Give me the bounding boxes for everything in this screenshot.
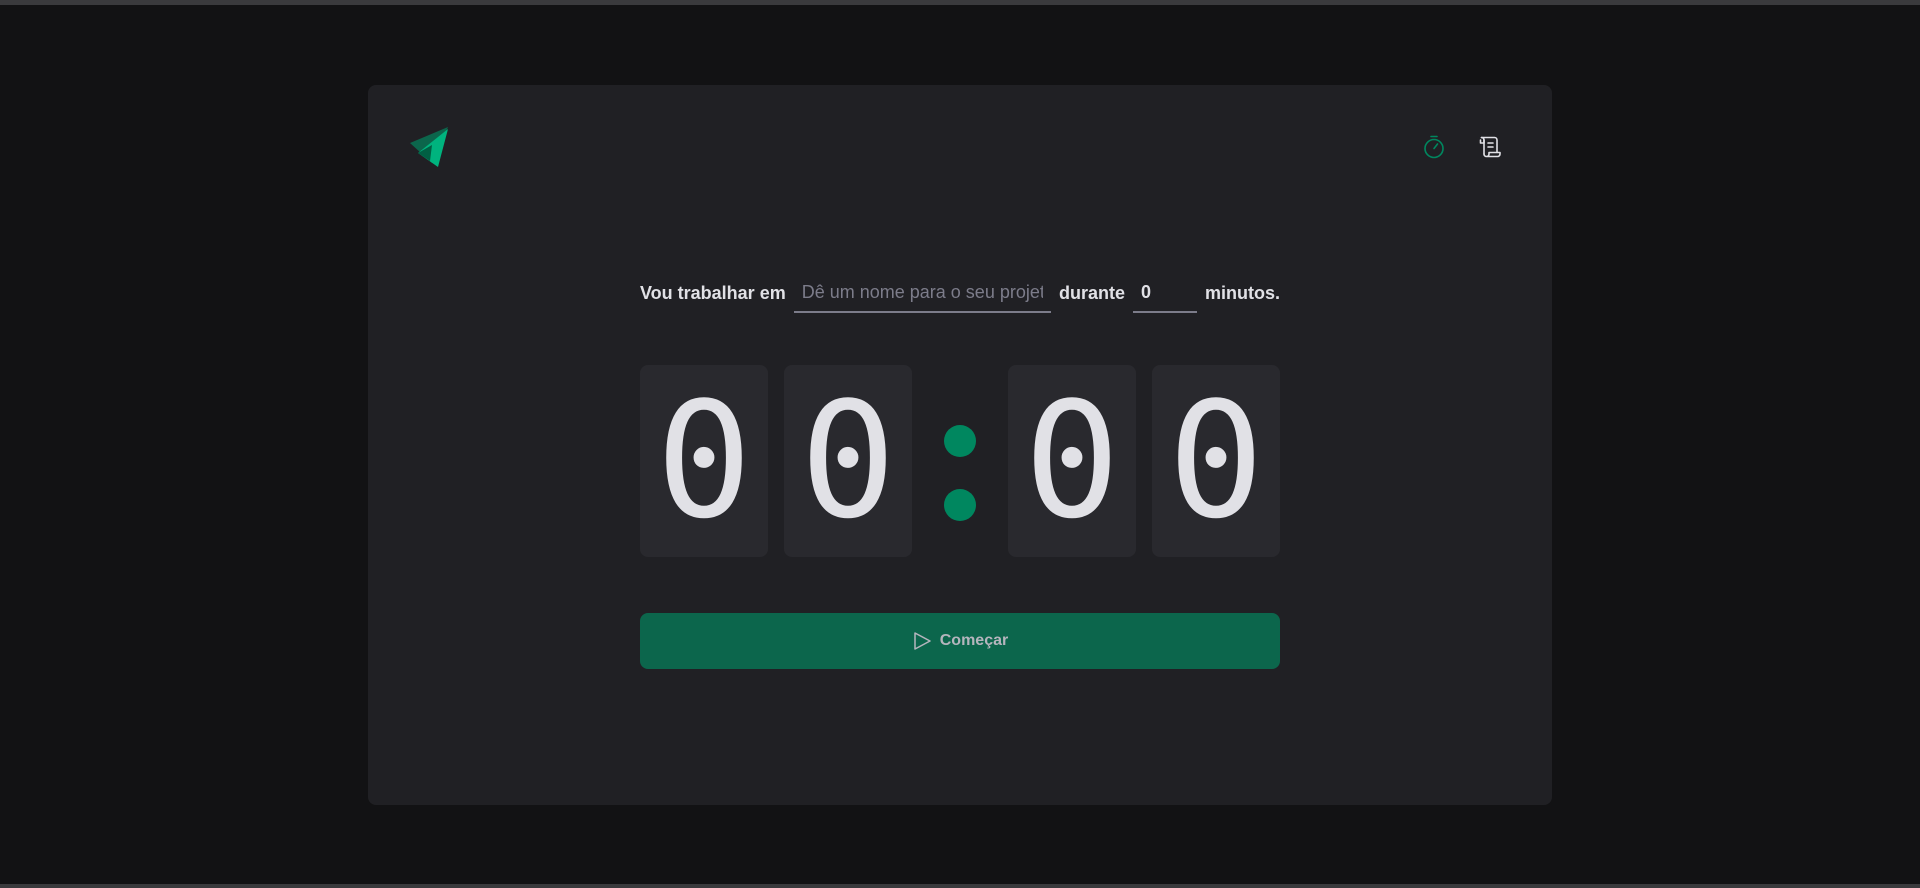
separator-dot-bottom xyxy=(944,489,976,521)
task-input[interactable] xyxy=(793,273,1051,313)
minutes-tens-digit: 0 xyxy=(640,365,768,557)
start-button[interactable]: Começar xyxy=(640,613,1280,669)
nav-timer-button[interactable] xyxy=(1422,135,1446,159)
label-work: Vou trabalhar em xyxy=(640,282,786,303)
play-icon xyxy=(914,632,931,650)
bottom-border xyxy=(0,884,1920,888)
seconds-units-digit: 0 xyxy=(1152,365,1280,557)
seconds-tens-digit: 0 xyxy=(1008,365,1136,557)
nav-history-button[interactable] xyxy=(1478,135,1502,159)
label-minutes: minutos. xyxy=(1205,282,1280,303)
minutes-units-digit: 0 xyxy=(784,365,912,557)
main-card: Vou trabalhar em durante minutos. 0 0 0 … xyxy=(368,85,1552,805)
header-nav xyxy=(1422,135,1502,159)
minutes-input[interactable] xyxy=(1133,273,1197,313)
timer-icon xyxy=(1424,135,1444,159)
triangles-logo-icon xyxy=(410,127,448,167)
task-form: Vou trabalhar em durante minutos. xyxy=(640,273,1280,313)
scroll-icon xyxy=(1479,136,1501,158)
countdown-separator xyxy=(928,365,992,557)
top-border xyxy=(0,0,1920,5)
start-button-label: Começar xyxy=(939,632,1009,649)
countdown: 0 0 0 0 xyxy=(640,365,1280,557)
label-during: durante xyxy=(1058,282,1125,303)
separator-dot-top xyxy=(944,425,976,457)
